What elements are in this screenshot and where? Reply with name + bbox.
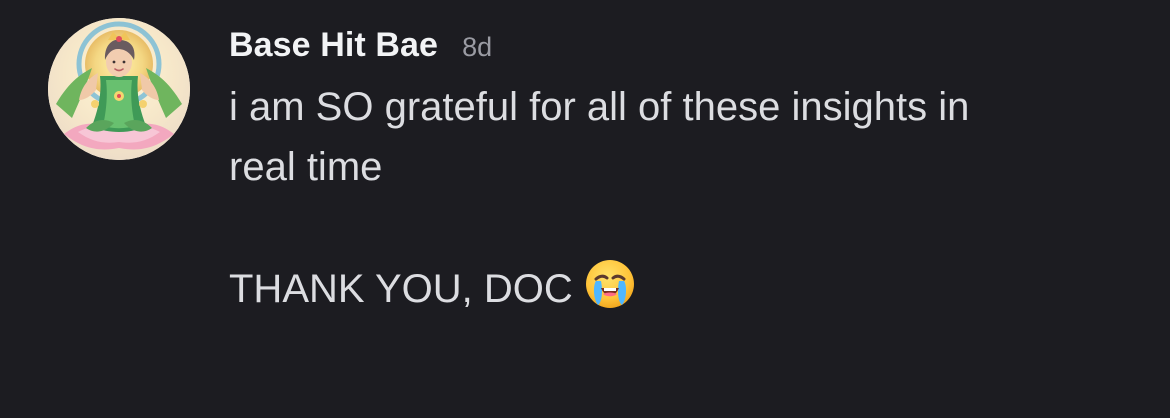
username[interactable]: Base Hit Bae	[229, 26, 438, 65]
message-line-1: i am SO grateful for all of these insigh…	[229, 85, 970, 129]
message-content: i am SO grateful for all of these insigh…	[229, 77, 1129, 319]
chat-message: Base Hit Bae 8d i am SO grateful for all…	[0, 0, 1170, 418]
message-line-3: THANK YOU, DOC	[229, 267, 573, 311]
message-timestamp[interactable]: 8d	[462, 32, 492, 63]
user-avatar[interactable]	[48, 18, 190, 160]
message-header: Base Hit Bae 8d	[229, 26, 492, 66]
loudly-crying-face-icon[interactable]	[583, 257, 637, 311]
avatar-illustration	[48, 18, 190, 160]
message-line-2: real time	[229, 145, 383, 189]
message-line-3-container: THANK YOU, DOC	[229, 257, 1129, 319]
